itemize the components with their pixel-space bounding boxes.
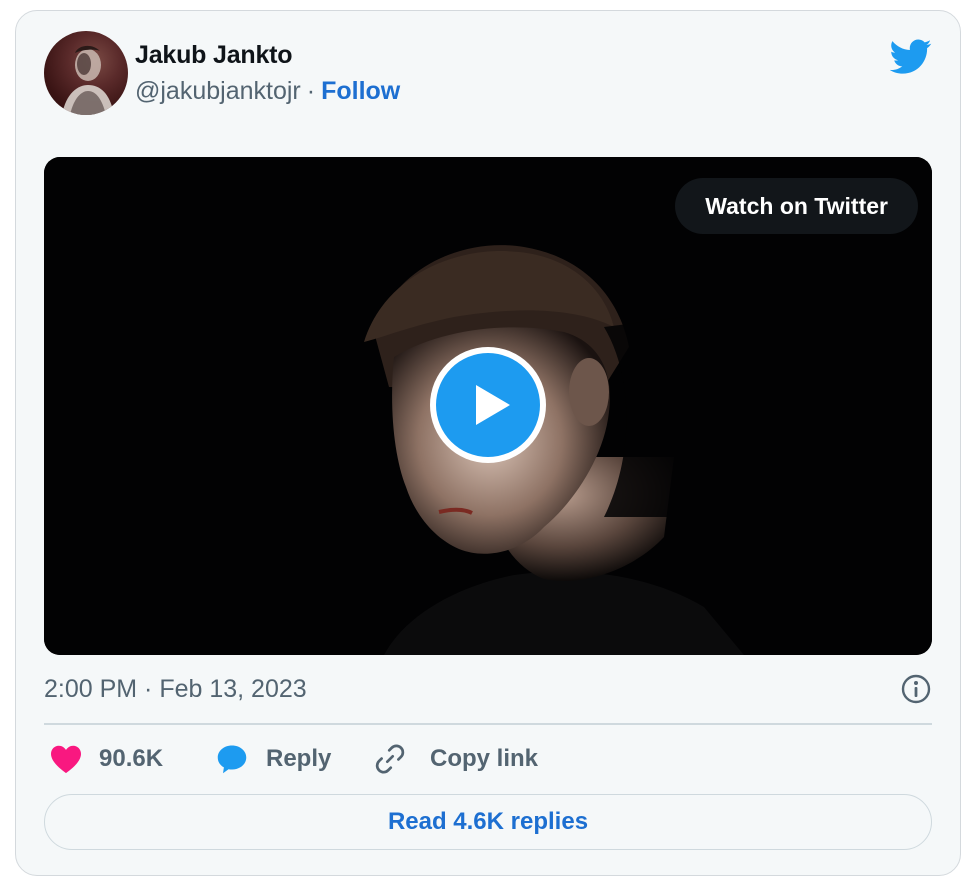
handle-separator: ·	[306, 77, 316, 105]
link-icon	[375, 744, 405, 774]
reply-button[interactable]: Reply	[214, 739, 354, 779]
copy-link-button[interactable]: Copy link	[372, 739, 552, 779]
like-count: 90.6K	[99, 745, 164, 772]
tweet-embed-card: Jakub Jankto @jakubjanktojr · Follow Wat…	[15, 10, 961, 876]
heart-icon	[51, 745, 81, 774]
follow-button[interactable]: Follow	[321, 77, 400, 105]
play-icon	[436, 353, 540, 457]
read-replies-button[interactable]: Read 4.6K replies	[44, 794, 932, 850]
author-name[interactable]: Jakub Jankto	[135, 41, 293, 70]
video-player[interactable]: Watch on Twitter	[44, 157, 932, 655]
like-button[interactable]: 90.6K	[48, 739, 188, 779]
twitter-bird-icon[interactable]	[890, 35, 932, 77]
reply-label: Reply	[266, 745, 332, 772]
tweet-timestamp[interactable]: 2:00 PM · Feb 13, 2023	[44, 675, 307, 704]
copy-link-label: Copy link	[430, 745, 539, 772]
author-avatar[interactable]	[44, 31, 128, 115]
watch-on-twitter-button[interactable]: Watch on Twitter	[675, 178, 918, 234]
author-handle[interactable]: @jakubjanktojr	[135, 77, 301, 105]
author-handle-row: @jakubjanktojr · Follow	[135, 77, 400, 106]
divider	[44, 723, 932, 725]
speech-bubble-icon	[217, 745, 247, 774]
play-button[interactable]	[430, 347, 546, 463]
info-icon[interactable]	[900, 673, 932, 705]
